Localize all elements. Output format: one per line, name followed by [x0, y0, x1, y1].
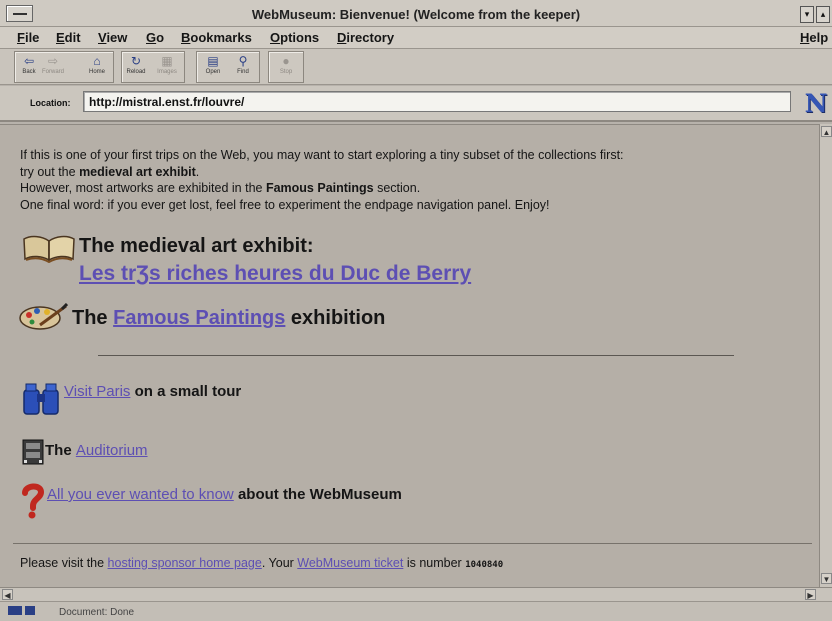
security-key-icon [8, 606, 35, 615]
toolbar-group-stop: ● Stop [268, 51, 304, 83]
home-icon: ⌂ [93, 54, 101, 68]
menu-bar: File Edit View Go Bookmarks Options Dire… [0, 27, 832, 49]
visit-paris-link[interactable]: Visit Paris [64, 383, 130, 400]
images-button[interactable]: ▦ Images [156, 54, 178, 81]
netscape-logo-icon[interactable]: N [802, 90, 830, 117]
question-mark-icon [22, 483, 45, 519]
back-arrow-icon: ⇦ [23, 54, 35, 68]
find-icon: ⚲ [238, 54, 248, 68]
sponsor-link[interactable]: hosting sponsor home page [108, 556, 262, 570]
menu-go[interactable]: Go [146, 30, 164, 45]
toolbar: ⇦ Back ⇨ Forward ⌂ Home ↻ Reload ▦ Images ▤ Op… [0, 49, 832, 85]
toolbar-group-open: ▤ Open ⚲ Find [196, 51, 260, 83]
footer-text: Please visit the hosting sponsor home pa… [20, 556, 504, 570]
page-content: If this is one of your first trips on th… [0, 124, 819, 587]
intro-text: If this is one of your first trips on th… [20, 147, 812, 213]
minimize-button[interactable]: ▾ [800, 6, 814, 23]
scroll-left-arrow-icon[interactable]: ◀ [2, 589, 13, 600]
binoculars-icon [23, 383, 59, 415]
film-reel-icon [22, 439, 44, 465]
location-input[interactable]: http://mistral.enst.fr/louvre/ [83, 91, 791, 112]
paint-palette-icon [19, 303, 68, 330]
home-button[interactable]: ⌂ Home [86, 54, 108, 81]
window-title: WebMuseum: Bienvenue! (Welcome from the … [251, 7, 581, 22]
intro-line: If this is one of your first trips on th… [20, 148, 624, 162]
auditorium-link[interactable]: Auditorium [76, 442, 148, 459]
reload-icon: ↻ [130, 54, 142, 68]
menu-view[interactable]: View [98, 30, 127, 45]
menu-options[interactable]: Options [270, 30, 319, 45]
horizontal-rule [98, 355, 734, 356]
open-book-icon [23, 235, 75, 263]
scroll-up-arrow-icon[interactable]: ▲ [821, 126, 832, 137]
find-button[interactable]: ⚲ Find [232, 54, 254, 81]
intro-line: One final word: if you ever get lost, fe… [20, 197, 550, 212]
status-text: Document: Done [59, 607, 135, 618]
toolbar-group-navigation: ⇦ Back ⇨ Forward ⌂ Home [14, 51, 114, 83]
location-bar: Location: http://mistral.enst.fr/louvre/… [0, 86, 832, 122]
status-bar: Document: Done [0, 601, 832, 621]
medieval-link-line: Les trƷs riches heures du Duc de Berry [79, 262, 471, 286]
menu-help[interactable]: Help [800, 30, 828, 45]
open-button[interactable]: ▤ Open [202, 54, 224, 81]
footer-rule [13, 543, 812, 544]
auditorium-line: The Auditorium [45, 442, 148, 459]
menu-bookmarks[interactable]: Bookmarks [181, 30, 252, 45]
images-icon: ▦ [161, 54, 173, 68]
about-line: All you ever wanted to know about the We… [47, 486, 402, 503]
vertical-scrollbar[interactable]: ▲ ▼ [819, 124, 832, 587]
title-bar: WebMuseum: Bienvenue! (Welcome from the … [0, 0, 832, 27]
reload-button[interactable]: ↻ Reload [125, 54, 147, 81]
back-button[interactable]: ⇦ Back [18, 54, 40, 81]
about-webmuseum-link[interactable]: All you ever wanted to know [47, 486, 234, 503]
toolbar-group-reload: ↻ Reload ▦ Images [121, 51, 185, 83]
intro-line: try out the medieval art exhibit. [20, 164, 200, 179]
menu-directory[interactable]: Directory [337, 30, 394, 45]
location-label: Location: [30, 98, 71, 108]
menu-file[interactable]: File [17, 30, 39, 45]
famous-paintings-link[interactable]: Famous Paintings [113, 307, 285, 329]
ticket-number: 1040840 [465, 560, 504, 570]
intro-line: However, most artworks are exhibited in … [20, 181, 421, 195]
ticket-link[interactable]: WebMuseum ticket [297, 556, 403, 570]
scroll-right-arrow-icon[interactable]: ▶ [805, 589, 816, 600]
menu-edit[interactable]: Edit [56, 30, 81, 45]
famous-paintings-line: The Famous Paintings exhibition [72, 307, 386, 329]
maximize-button[interactable]: ▴ [816, 6, 830, 23]
medieval-exhibit-link[interactable]: Les trƷs riches heures du Duc de Berry [79, 262, 471, 285]
stop-icon: ● [282, 54, 290, 68]
forward-button[interactable]: ⇨ Forward [42, 54, 64, 81]
stop-button[interactable]: ● Stop [275, 54, 297, 81]
medieval-heading: The medieval art exhibit: [79, 235, 314, 257]
horizontal-scrollbar[interactable]: ◀ ▶ [0, 587, 832, 601]
forward-arrow-icon: ⇨ [47, 54, 59, 68]
open-icon: ▤ [207, 54, 219, 68]
scroll-down-arrow-icon[interactable]: ▼ [821, 573, 832, 584]
visit-paris-line: Visit Paris on a small tour [64, 383, 242, 400]
